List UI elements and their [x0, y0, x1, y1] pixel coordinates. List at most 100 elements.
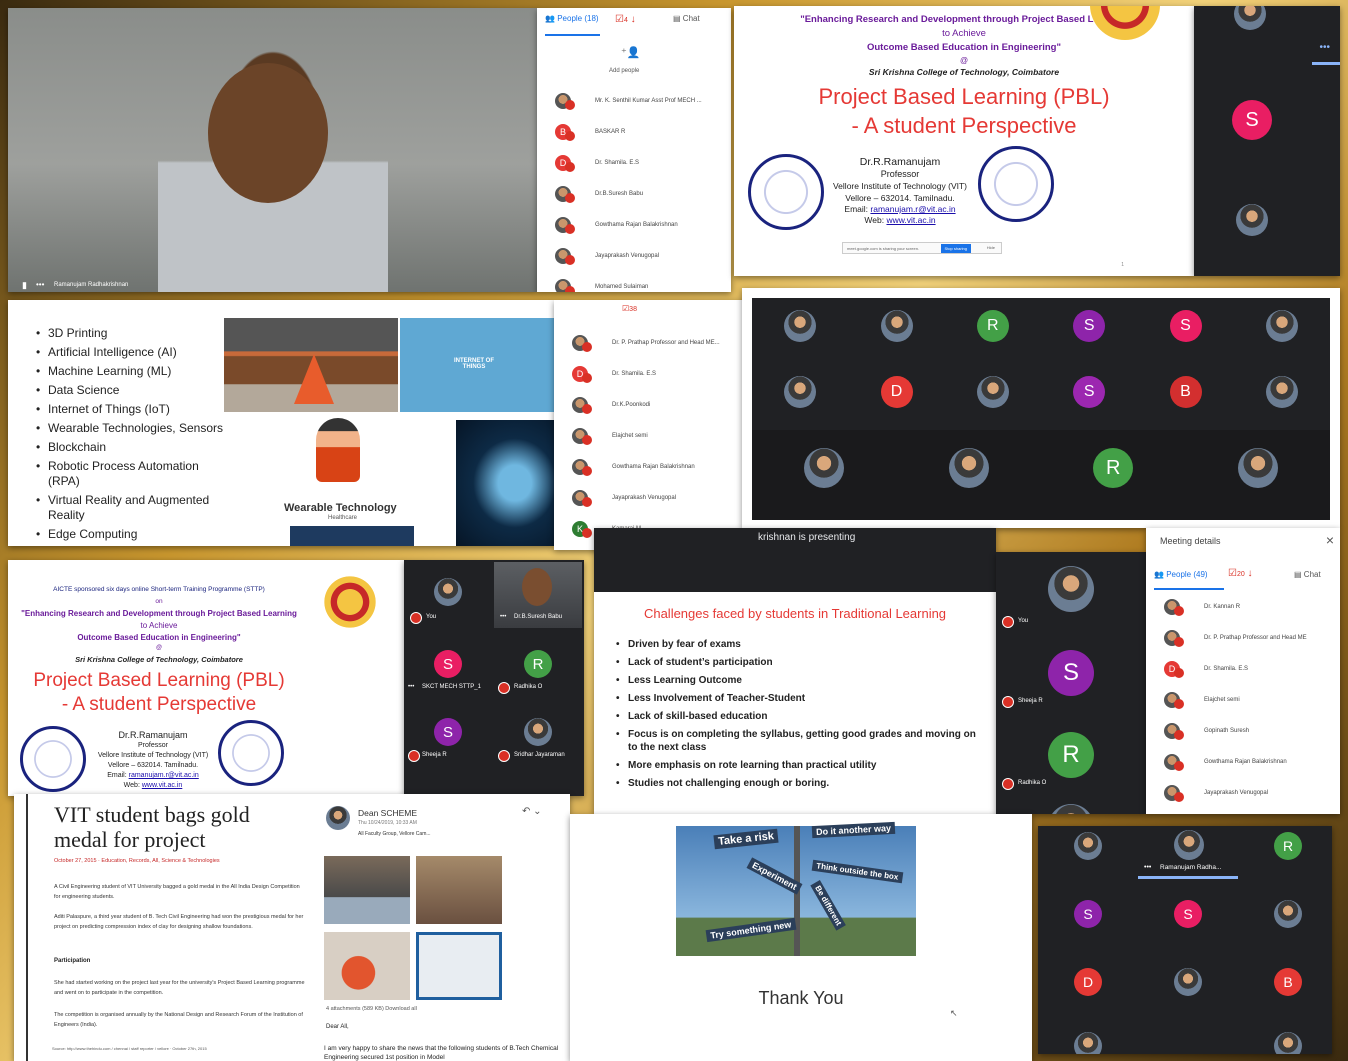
mic-off-icon — [565, 193, 575, 203]
presenter-role: Professor — [138, 742, 168, 749]
web-link[interactable]: www.vit.ac.in — [142, 782, 182, 789]
sign-take-risk: Take a risk — [713, 828, 779, 850]
participant-avatar: R — [1274, 832, 1302, 860]
participant-avatar — [434, 578, 462, 606]
mic-off-icon — [1174, 668, 1184, 678]
more-options-icon[interactable]: ••• — [1319, 42, 1330, 53]
shared-slide-pbl-2: AICTE sponsored six days online Short-te… — [8, 560, 404, 796]
participant-avatar — [976, 376, 1009, 408]
participant-row[interactable]: Jayaprakash Venugopal — [1146, 778, 1340, 808]
participant-row[interactable]: Dr. Kannan R — [1146, 592, 1340, 622]
slide-title: Challenges faced by students in Traditio… — [643, 606, 947, 621]
participant-row[interactable]: Gowthama Rajan Balakrishnan — [1146, 747, 1340, 777]
participant-avatar: D — [1074, 968, 1102, 996]
participant-name: Jayaprakash Venugopal — [595, 253, 660, 259]
participant-name: Elajchet semi — [612, 433, 648, 439]
mic-off-icon — [582, 404, 592, 414]
news-source: Source: http://www.thehindu.com / chenna… — [52, 1046, 207, 1051]
mic-off-icon — [565, 286, 575, 292]
reply-icon[interactable]: ↶ ⌄ — [522, 806, 542, 817]
presenter-email: Email: ramanujam.r@vit.ac.in — [107, 772, 199, 779]
tab-people[interactable]: 👥 People (49) — [1154, 570, 1208, 579]
more-options-icon[interactable]: ••• — [500, 614, 506, 620]
participant-row[interactable]: D Dr. Shamila. E.S — [554, 359, 758, 389]
participant-name: Mohamed Sulaiman — [595, 284, 649, 290]
participant-row[interactable]: Jayaprakash Venugopal — [537, 241, 731, 271]
mic-off-icon — [582, 466, 592, 476]
presenter-address: Vellore – 632014. Tamilnadu. — [107, 762, 199, 769]
topic-item: Virtual Reality and Augmented Reality — [36, 493, 224, 523]
participant-row[interactable]: Gowthama Rajan Balakrishnan — [537, 210, 731, 240]
participant-row[interactable]: Dr. P. Prathap Professor and Head ME — [1146, 623, 1340, 653]
participant-avatar — [1265, 310, 1298, 342]
email-link[interactable]: ramanujam.r@vit.ac.in — [870, 204, 955, 214]
printed-tower — [294, 354, 334, 404]
news-left-border — [26, 794, 28, 1061]
participant-row[interactable]: Dr. P. Prathap Professor and Head ME... — [554, 328, 758, 358]
participant-row[interactable]: Jayaprakash Venugopal — [554, 483, 758, 513]
tab-chat[interactable]: ▤ Chat — [673, 14, 700, 23]
more-options-icon[interactable]: ••• — [1144, 864, 1151, 871]
participant-row[interactable]: Mr. K. Senthil Kumar Asst Prof MECH ... — [537, 86, 731, 116]
slide-subtitle: - A student Perspective — [61, 694, 257, 715]
participant-avatar: S — [434, 650, 462, 678]
sign-be-different: Be different — [810, 880, 847, 931]
tab-chat[interactable]: ▤ Chat — [1294, 570, 1321, 579]
attachments-summary[interactable]: 4 attachments (589 KB) Download all — [326, 1006, 417, 1012]
more-options-icon[interactable]: ••• — [36, 280, 44, 289]
participant-row[interactable]: Dr.K.Poonkodi — [554, 390, 758, 420]
participant-row[interactable]: Gowthama Rajan Balakrishnan — [554, 452, 758, 482]
participant-row[interactable]: Mohamed Sulaiman — [537, 272, 731, 292]
raise-hand-icon[interactable]: ☑38 — [622, 304, 637, 313]
participant-avatar: S — [1174, 900, 1202, 928]
topic-item: 3D Printing — [36, 326, 224, 341]
attachment-photo[interactable] — [416, 856, 502, 924]
web-link[interactable]: www.vit.ac.in — [886, 215, 935, 225]
participant-name: Ramanujam Radhakrishnan — [54, 282, 129, 288]
presenter-web: Web: www.vit.ac.in — [123, 782, 183, 789]
mic-off-icon — [565, 224, 575, 234]
participant-name: Radhika O — [514, 684, 543, 690]
participant-name: You — [426, 614, 437, 620]
presenter-institute: Vellore Institute of Technology (VIT) — [832, 181, 968, 191]
raise-hand-icon[interactable]: ☑20 ↓ — [1228, 568, 1253, 579]
people-icon: 👥 — [545, 14, 555, 23]
email-link[interactable]: ramanujam.r@vit.ac.in — [129, 772, 199, 779]
participant-avatar — [880, 310, 913, 342]
participant-row[interactable]: B BASKAR R — [537, 117, 731, 147]
participant-list: Dr. P. Prathap Professor and Head ME... D… — [554, 328, 758, 550]
participant-avatar: R — [1093, 448, 1134, 488]
participant-row[interactable]: Gopinath Suresh — [1146, 716, 1340, 746]
mic-off-icon — [410, 612, 422, 624]
hide-button[interactable]: Hide — [987, 245, 995, 250]
active-tile-underline — [1312, 62, 1340, 65]
presenter-name: Dr.R.Ramanujam — [859, 156, 941, 168]
more-options-icon[interactable]: ••• — [408, 684, 414, 690]
mic-off-icon — [565, 255, 575, 265]
participant-row[interactable]: D Dr. Shamila. E.S — [537, 148, 731, 178]
participant-avatar — [1174, 968, 1202, 996]
topic-item: Data Science — [36, 383, 224, 398]
slide-header-3: Outcome Based Education in Engineering" — [866, 42, 1061, 53]
ai-face-image — [456, 420, 554, 546]
sent-time: Thu 10/24/2019, 10:33 AM — [358, 820, 417, 826]
attachment-photo[interactable] — [324, 932, 410, 1000]
participant-row[interactable]: Elajchet semi — [554, 421, 758, 451]
tab-people[interactable]: 👥 People (18) — [545, 14, 599, 23]
people-panel-2: ☑38 Dr. P. Prathap Professor and Head ME… — [554, 300, 758, 550]
attachment-photo[interactable] — [416, 932, 502, 1000]
people-panel: 👥 People (18) ☑4 ↓ ▤ Chat ⁺👤 Add people … — [537, 8, 731, 292]
add-people-icon[interactable]: ⁺👤 — [621, 46, 641, 59]
close-icon[interactable]: × — [1326, 532, 1334, 548]
raise-hand-icon[interactable]: ☑4 ↓ — [615, 14, 636, 25]
participant-row[interactable]: D Dr. Shamila. E.S — [1146, 654, 1340, 684]
participant-row[interactable]: Elajchet semi — [1146, 685, 1340, 715]
stop-sharing-button[interactable]: Stop sharing — [940, 244, 971, 253]
chat-icon: ▤ — [673, 14, 681, 23]
participant-avatar: R — [976, 310, 1009, 342]
cursor-icon: ↖ — [950, 1008, 958, 1018]
attachment-photo[interactable] — [324, 856, 410, 924]
participant-row[interactable]: Dr.B.Suresh Babu — [537, 179, 731, 209]
participant-avatar — [1048, 804, 1094, 814]
add-people-label[interactable]: Add people — [609, 68, 639, 74]
